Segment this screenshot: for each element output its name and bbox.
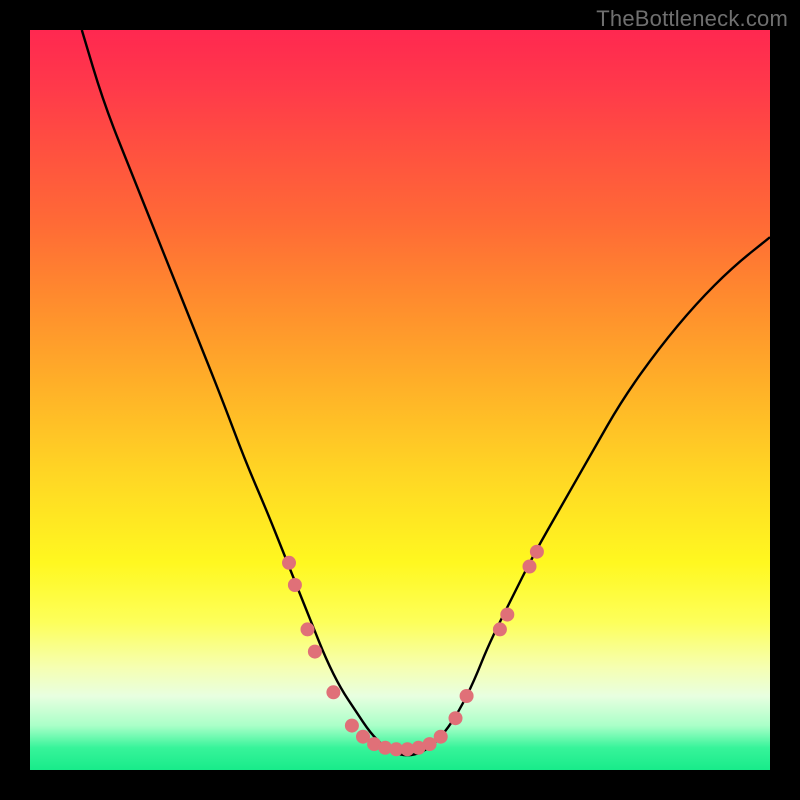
watermark-text: TheBottleneck.com [596,6,788,32]
curve-marker [449,711,463,725]
curve-marker [434,730,448,744]
chart-overlay [30,30,770,770]
curve-marker [460,689,474,703]
bottleneck-curve [82,30,770,755]
curve-marker [530,545,544,559]
curve-marker [308,645,322,659]
curve-marker [500,608,514,622]
curve-marker [282,556,296,570]
chart-frame: TheBottleneck.com [0,0,800,800]
curve-marker [493,622,507,636]
curve-marker [345,719,359,733]
curve-marker [326,685,340,699]
curve-markers [282,545,544,757]
curve-marker [523,560,537,574]
bottleneck-curve-path [82,30,770,755]
curve-marker [288,578,302,592]
curve-marker [301,622,315,636]
